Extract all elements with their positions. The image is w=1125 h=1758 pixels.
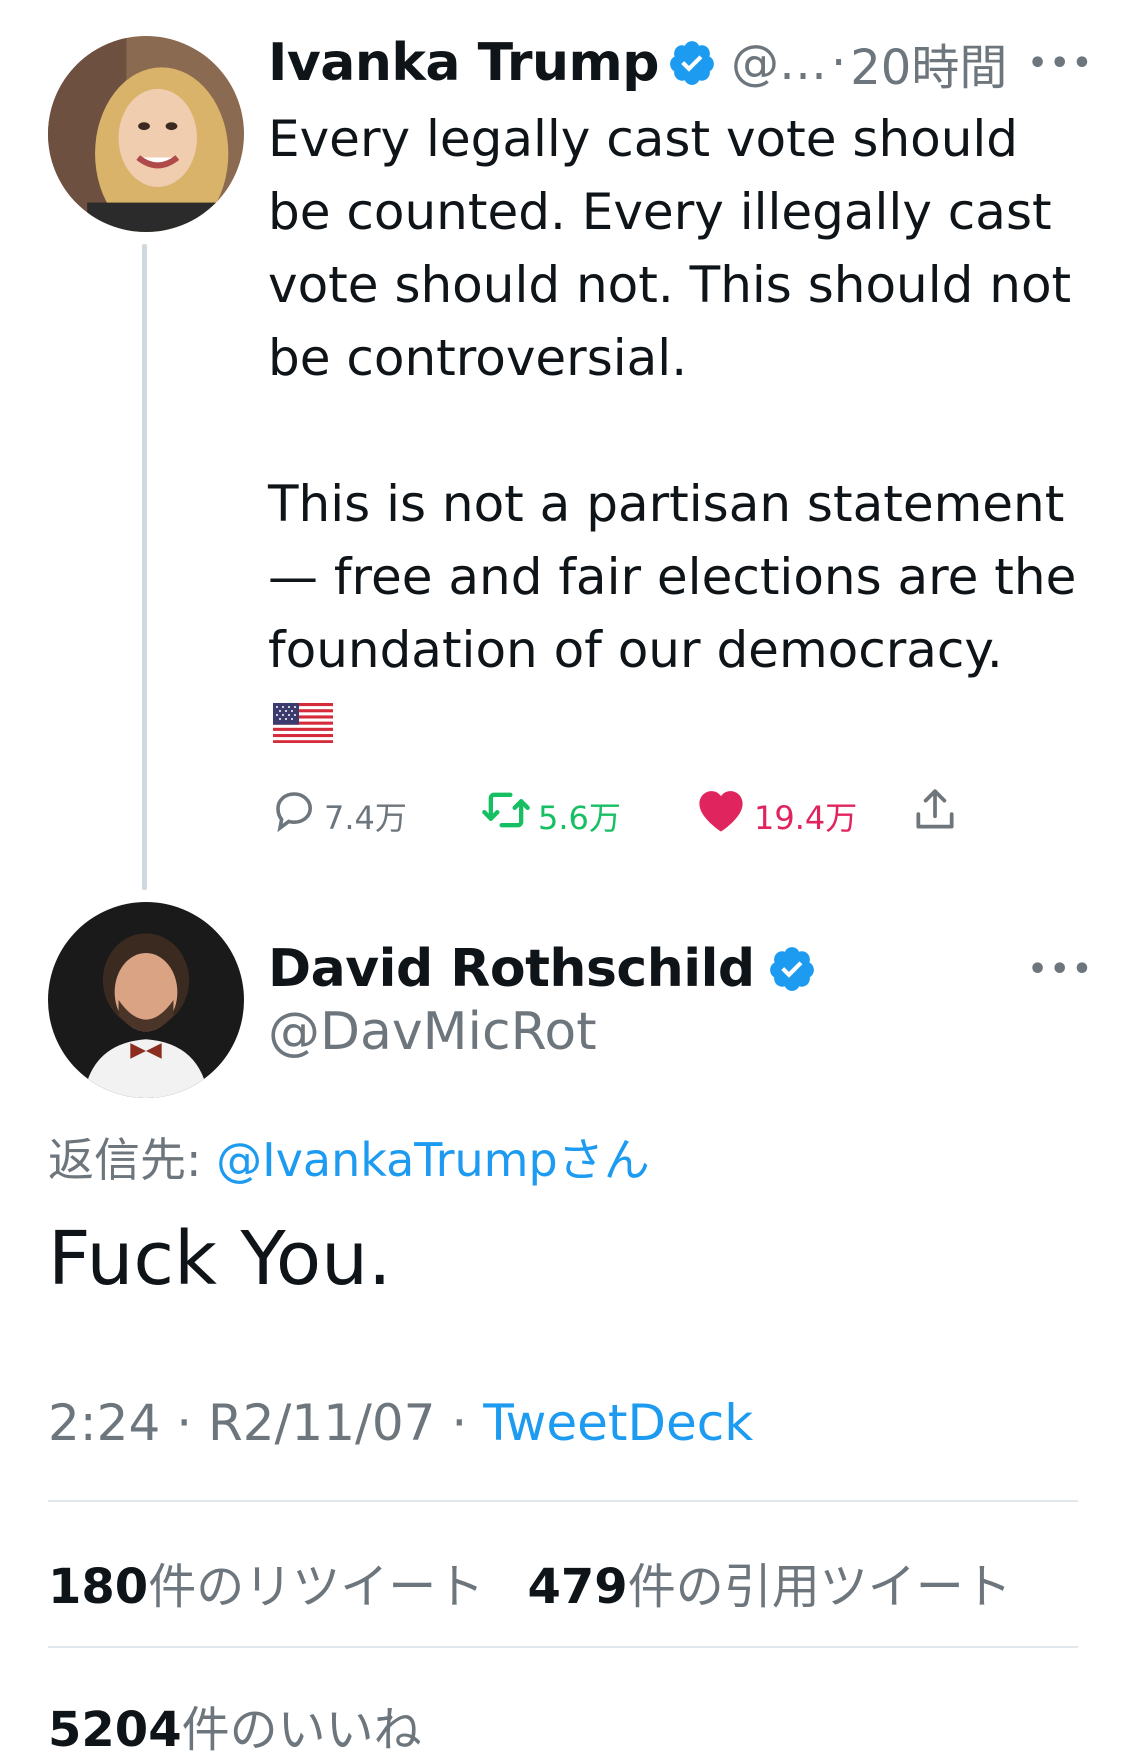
reply-tweet-header: David Rothschild (268, 934, 817, 1004)
avatar-david[interactable] (48, 902, 244, 1098)
retweet-label: 件のリツイート (148, 1559, 485, 1615)
quote-total: 479 (527, 1559, 628, 1615)
reply-action[interactable]: 7.4万 (270, 780, 407, 840)
meta-separator: · (451, 1394, 468, 1452)
retweet-total: 180 (48, 1559, 149, 1615)
author-name[interactable]: Ivanka Trump (268, 33, 659, 93)
verified-badge-icon (670, 41, 714, 85)
reply-author-name[interactable]: David Rothschild (268, 939, 755, 999)
retweet-count: 5.6万 (538, 799, 621, 837)
avatar-ivanka-image (48, 36, 244, 232)
time-ago[interactable]: 20時間 (850, 28, 1007, 98)
retweet-action[interactable]: 5.6万 (480, 780, 621, 840)
reply-to-line: 返信先: @IvankaTrumpさん (48, 1124, 650, 1190)
more-options-button[interactable]: ••• (1028, 46, 1095, 81)
like-total: 5204 (48, 1702, 182, 1758)
reply-icon (276, 792, 313, 833)
tweet-text-paragraph-2: This is not a partisan statement — free … (268, 475, 1077, 679)
source-link[interactable]: TweetDeck (483, 1394, 753, 1452)
us-flag-icon (273, 703, 333, 743)
verified-badge-icon (769, 947, 814, 991)
divider (48, 1646, 1078, 1648)
avatar-ivanka[interactable] (48, 36, 244, 232)
reply-time: 2:24 (48, 1394, 161, 1452)
reply-more-options-button[interactable]: ••• (1028, 952, 1095, 987)
retweet-icon (482, 792, 530, 828)
reply-count: 7.4万 (324, 799, 407, 837)
reply-to-prefix: 返信先: (48, 1133, 217, 1187)
reply-to-mention-link[interactable]: @IvankaTrumpさん (216, 1133, 650, 1187)
thread-line (142, 244, 147, 890)
like-label: 件のいいね (181, 1702, 422, 1758)
reply-date: R2/11/07 (208, 1394, 436, 1452)
retweets-link[interactable]: 180件のリツイート (48, 1559, 484, 1615)
reply-author-handle[interactable]: @DavMicRot (268, 1002, 597, 1062)
divider (48, 1500, 1078, 1502)
like-count: 19.4万 (754, 799, 858, 837)
quote-label: 件の引用ツイート (627, 1559, 1012, 1615)
retweet-stats: 180件のリツイート 479件の引用ツイート (48, 1547, 1012, 1617)
share-action[interactable] (910, 780, 960, 840)
author-handle[interactable]: @… (731, 35, 827, 91)
share-icon (916, 789, 954, 829)
reply-tweet-text: Fuck You. (48, 1216, 392, 1302)
heart-icon (699, 791, 743, 832)
like-action[interactable]: 19.4万 (694, 780, 857, 840)
meta-separator: · (176, 1394, 193, 1452)
likes-link[interactable]: 5204件のいいね (48, 1690, 422, 1758)
avatar-david-image (48, 902, 244, 1098)
tweet-text-paragraph-1: Every legally cast vote should be counte… (268, 110, 1072, 387)
meta-separator: · (830, 35, 847, 91)
quotes-link[interactable]: 479件の引用ツイート (527, 1559, 1011, 1615)
original-tweet-header: Ivanka Trump @… · 20時間 (268, 28, 1088, 98)
reply-timestamp-line: 2:24 · R2/11/07 · TweetDeck (48, 1394, 753, 1452)
